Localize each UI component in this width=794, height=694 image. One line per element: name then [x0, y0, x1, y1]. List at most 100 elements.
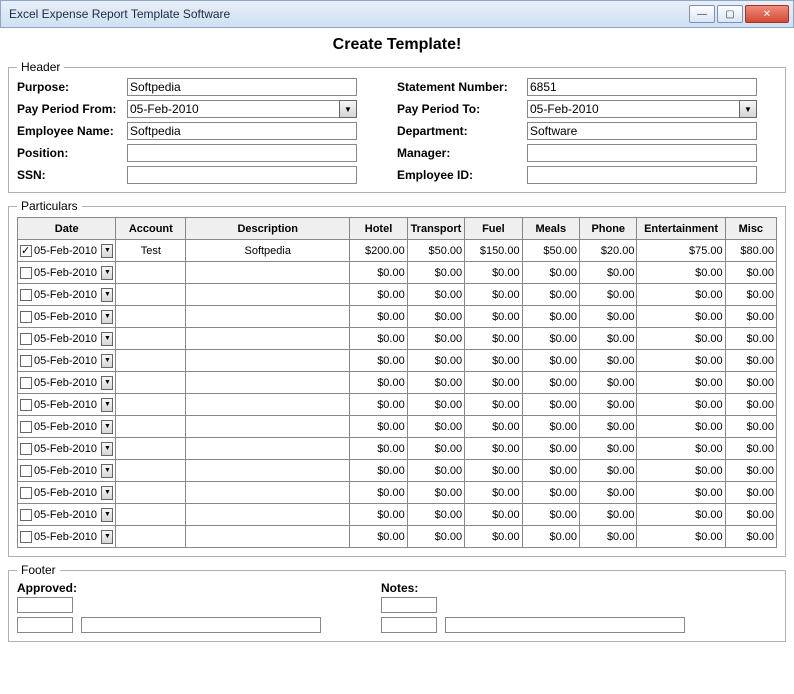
- cell-transport[interactable]: $0.00: [407, 394, 464, 416]
- cell-hotel[interactable]: $0.00: [350, 394, 407, 416]
- cell-meals[interactable]: $0.00: [522, 350, 579, 372]
- cell-misc[interactable]: $0.00: [725, 394, 776, 416]
- chevron-down-icon[interactable]: ▼: [339, 100, 357, 118]
- cell-phone[interactable]: $0.00: [580, 262, 637, 284]
- cell-phone[interactable]: $0.00: [580, 350, 637, 372]
- notes-code-2[interactable]: [381, 617, 437, 633]
- cell-hotel[interactable]: $0.00: [350, 460, 407, 482]
- payfrom-input[interactable]: [127, 100, 339, 118]
- manager-input[interactable]: [527, 144, 757, 162]
- cell-meals[interactable]: $0.00: [522, 460, 579, 482]
- cell-hotel[interactable]: $0.00: [350, 372, 407, 394]
- cell-transport[interactable]: $0.00: [407, 306, 464, 328]
- cell-transport[interactable]: $0.00: [407, 262, 464, 284]
- cell-entertainment[interactable]: $0.00: [637, 328, 725, 350]
- cell-account[interactable]: [116, 504, 186, 526]
- cell-fuel[interactable]: $0.00: [465, 460, 522, 482]
- cell-transport[interactable]: $0.00: [407, 372, 464, 394]
- cell-hotel[interactable]: $0.00: [350, 416, 407, 438]
- cell-transport[interactable]: $0.00: [407, 438, 464, 460]
- cell-phone[interactable]: $0.00: [580, 328, 637, 350]
- cell-account[interactable]: [116, 438, 186, 460]
- chevron-down-icon[interactable]: ▼: [101, 266, 113, 280]
- cell-fuel[interactable]: $0.00: [465, 482, 522, 504]
- cell-entertainment[interactable]: $0.00: [637, 394, 725, 416]
- position-input[interactable]: [127, 144, 357, 162]
- cell-phone[interactable]: $0.00: [580, 416, 637, 438]
- cell-meals[interactable]: $0.00: [522, 306, 579, 328]
- cell-phone[interactable]: $0.00: [580, 460, 637, 482]
- cell-entertainment[interactable]: $0.00: [637, 350, 725, 372]
- chevron-down-icon[interactable]: ▼: [101, 288, 113, 302]
- cell-phone[interactable]: $20.00: [580, 240, 637, 262]
- cell-meals[interactable]: $0.00: [522, 284, 579, 306]
- cell-description[interactable]: [186, 372, 350, 394]
- cell-transport[interactable]: $50.00: [407, 240, 464, 262]
- cell-meals[interactable]: $0.00: [522, 394, 579, 416]
- cell-entertainment[interactable]: $0.00: [637, 504, 725, 526]
- empid-input[interactable]: [527, 166, 757, 184]
- chevron-down-icon[interactable]: ▼: [101, 420, 113, 434]
- cell-account[interactable]: [116, 460, 186, 482]
- notes-code-1[interactable]: [381, 597, 437, 613]
- cell-entertainment[interactable]: $0.00: [637, 306, 725, 328]
- row-checkbox[interactable]: [20, 267, 32, 279]
- cell-hotel[interactable]: $0.00: [350, 306, 407, 328]
- cell-fuel[interactable]: $0.00: [465, 350, 522, 372]
- cell-fuel[interactable]: $0.00: [465, 262, 522, 284]
- cell-description[interactable]: [186, 262, 350, 284]
- chevron-down-icon[interactable]: ▼: [101, 354, 113, 368]
- cell-entertainment[interactable]: $0.00: [637, 460, 725, 482]
- cell-description[interactable]: [186, 394, 350, 416]
- row-checkbox[interactable]: [20, 443, 32, 455]
- cell-transport[interactable]: $0.00: [407, 328, 464, 350]
- cell-description[interactable]: [186, 306, 350, 328]
- chevron-down-icon[interactable]: ▼: [739, 100, 757, 118]
- cell-hotel[interactable]: $0.00: [350, 284, 407, 306]
- cell-meals[interactable]: $0.00: [522, 262, 579, 284]
- row-checkbox[interactable]: [20, 399, 32, 411]
- cell-phone[interactable]: $0.00: [580, 284, 637, 306]
- approved-code-2[interactable]: [17, 617, 73, 633]
- cell-entertainment[interactable]: $0.00: [637, 284, 725, 306]
- cell-hotel[interactable]: $0.00: [350, 526, 407, 548]
- cell-description[interactable]: [186, 504, 350, 526]
- payto-input[interactable]: [527, 100, 739, 118]
- cell-misc[interactable]: $0.00: [725, 460, 776, 482]
- cell-fuel[interactable]: $150.00: [465, 240, 522, 262]
- cell-meals[interactable]: $0.00: [522, 416, 579, 438]
- cell-fuel[interactable]: $0.00: [465, 504, 522, 526]
- cell-misc[interactable]: $0.00: [725, 438, 776, 460]
- cell-fuel[interactable]: $0.00: [465, 372, 522, 394]
- cell-misc[interactable]: $0.00: [725, 306, 776, 328]
- chevron-down-icon[interactable]: ▼: [101, 508, 113, 522]
- cell-description[interactable]: [186, 482, 350, 504]
- chevron-down-icon[interactable]: ▼: [101, 442, 113, 456]
- cell-description[interactable]: [186, 526, 350, 548]
- cell-transport[interactable]: $0.00: [407, 526, 464, 548]
- cell-hotel[interactable]: $0.00: [350, 328, 407, 350]
- cell-entertainment[interactable]: $0.00: [637, 482, 725, 504]
- cell-misc[interactable]: $0.00: [725, 526, 776, 548]
- cell-entertainment[interactable]: $0.00: [637, 262, 725, 284]
- cell-misc[interactable]: $80.00: [725, 240, 776, 262]
- chevron-down-icon[interactable]: ▼: [101, 486, 113, 500]
- cell-meals[interactable]: $0.00: [522, 372, 579, 394]
- cell-description[interactable]: Softpedia: [186, 240, 350, 262]
- cell-description[interactable]: [186, 350, 350, 372]
- chevron-down-icon[interactable]: ▼: [101, 310, 113, 324]
- chevron-down-icon[interactable]: ▼: [101, 464, 113, 478]
- cell-phone[interactable]: $0.00: [580, 306, 637, 328]
- ssn-input[interactable]: [127, 166, 357, 184]
- cell-hotel[interactable]: $0.00: [350, 262, 407, 284]
- cell-description[interactable]: [186, 284, 350, 306]
- row-checkbox[interactable]: [20, 509, 32, 521]
- cell-misc[interactable]: $0.00: [725, 350, 776, 372]
- empname-input[interactable]: [127, 122, 357, 140]
- cell-phone[interactable]: $0.00: [580, 482, 637, 504]
- cell-phone[interactable]: $0.00: [580, 438, 637, 460]
- chevron-down-icon[interactable]: ▼: [101, 244, 113, 258]
- chevron-down-icon[interactable]: ▼: [101, 376, 113, 390]
- cell-account[interactable]: [116, 328, 186, 350]
- payto-combo[interactable]: ▼: [527, 100, 757, 118]
